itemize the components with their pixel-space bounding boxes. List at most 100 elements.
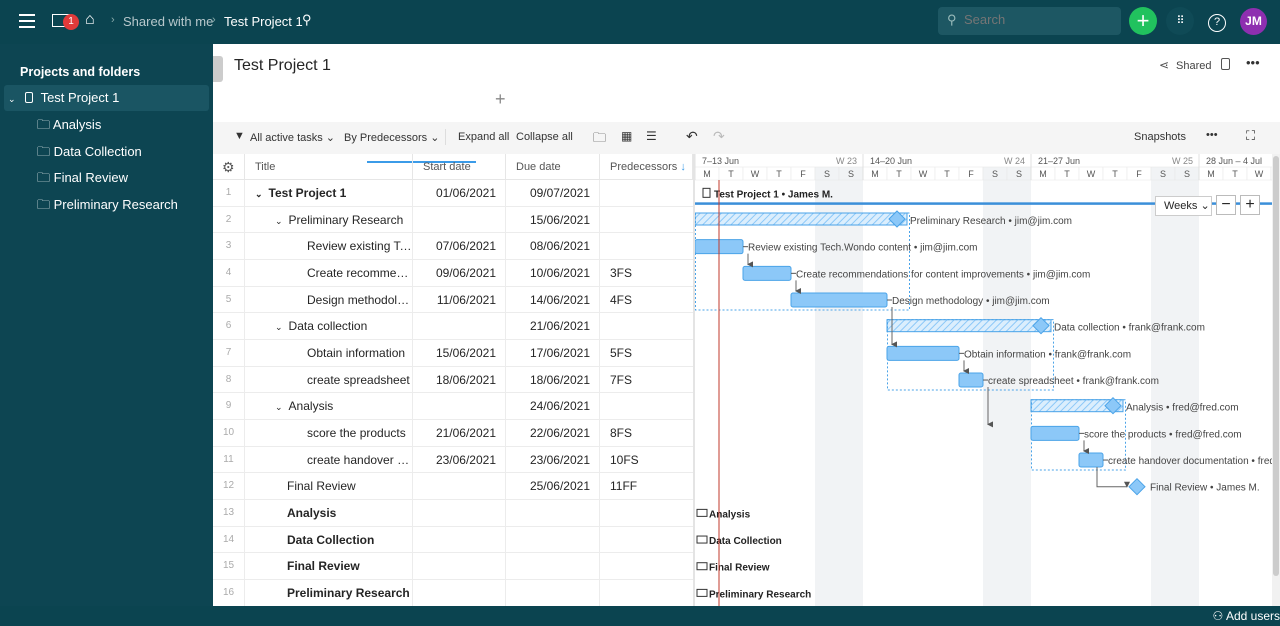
task-title[interactable]: Final Review	[245, 473, 413, 500]
predecessors[interactable]	[600, 580, 693, 606]
group-dropdown[interactable]: By Predecessors ⌄	[344, 131, 439, 144]
task-bar[interactable]	[1030, 425, 1080, 441]
task-title[interactable]: create spreadsheet	[245, 366, 413, 393]
task-title[interactable]: Obtain information	[245, 340, 413, 367]
search-box[interactable]: ⚲	[938, 7, 1121, 35]
menu-icon[interactable]	[19, 14, 35, 28]
table-row[interactable]: 7 Obtain information 15/06/2021 17/06/20…	[213, 340, 693, 367]
task-title[interactable]: Design methodology	[245, 286, 413, 313]
grid-settings-icon[interactable]: ⚙	[213, 154, 245, 180]
due-date[interactable]: 09/07/2021	[506, 180, 600, 206]
search-input[interactable]	[964, 12, 1114, 27]
task-bar[interactable]	[742, 265, 792, 281]
due-date[interactable]: 21/06/2021	[506, 313, 600, 340]
due-date[interactable]: 10/06/2021	[506, 260, 600, 286]
breadcrumb-current[interactable]: Test Project 1	[224, 14, 303, 29]
table-row[interactable]: 3 Review existing Tech.Wondo content 07/…	[213, 233, 693, 260]
task-title[interactable]: create handover documentation	[245, 446, 413, 473]
start-date[interactable]	[413, 313, 506, 340]
add-button[interactable]: +	[1129, 7, 1157, 35]
due-date[interactable]: 22/06/2021	[506, 420, 600, 447]
start-date[interactable]	[413, 500, 506, 527]
expand-all-button[interactable]: Expand all	[458, 131, 509, 143]
vertical-scrollbar[interactable]	[1272, 154, 1280, 606]
folder-settings-icon[interactable]: 🗀	[593, 129, 606, 151]
sidebar-item-folder[interactable]: 🗀 Preliminary Research	[37, 192, 178, 218]
predecessors[interactable]	[600, 313, 693, 339]
sidebar-item-folder[interactable]: 🗀 Analysis	[37, 112, 101, 138]
table-row[interactable]: 11 create handover documentation 23/06/2…	[213, 446, 693, 474]
task-bar[interactable]	[958, 372, 984, 388]
predecessors[interactable]	[600, 553, 693, 579]
start-date[interactable]: 07/06/2021	[413, 233, 506, 260]
chevron-down-icon[interactable]: ⌄	[275, 402, 283, 412]
share-icon[interactable]: ⋖	[1159, 58, 1169, 72]
scale-select[interactable]: Weeks ⌄	[1155, 196, 1212, 216]
due-date[interactable]: 17/06/2021	[506, 340, 600, 367]
task-title[interactable]: Preliminary Research	[245, 580, 413, 607]
predecessors[interactable]: 7FS	[600, 367, 693, 393]
redo-icon[interactable]: ↷	[713, 128, 725, 145]
snapshots-button[interactable]: Snapshots	[1134, 131, 1186, 143]
predecessors[interactable]: 10FS	[600, 447, 693, 473]
predecessors[interactable]	[600, 180, 693, 206]
column-start-date[interactable]: Start date	[413, 154, 506, 180]
predecessors[interactable]	[600, 207, 693, 233]
task-title[interactable]: ⌄ Test Project 1	[245, 180, 413, 206]
apps-icon[interactable]: ⠿	[1166, 7, 1194, 35]
start-date[interactable]: 18/06/2021	[413, 366, 506, 393]
home-icon[interactable]: ⌂	[85, 11, 95, 29]
table-row[interactable]: 10 score the products 21/06/2021 22/06/2…	[213, 420, 693, 447]
clipboard-icon[interactable]	[1221, 58, 1230, 70]
task-title[interactable]: Review existing Tech.Wondo content	[245, 233, 413, 260]
sidebar-item-folder[interactable]: 🗀 Data Collection	[37, 139, 142, 165]
predecessors[interactable]: 3FS	[600, 260, 693, 286]
task-bar[interactable]	[1078, 452, 1104, 468]
start-date[interactable]	[413, 580, 506, 607]
predecessors[interactable]	[600, 233, 693, 259]
due-date[interactable]	[506, 553, 600, 580]
task-title[interactable]: ⌄ Analysis	[245, 393, 413, 420]
column-title[interactable]: Title	[245, 154, 413, 180]
task-title[interactable]: ⌄ Data collection	[245, 313, 413, 340]
add-users-button[interactable]: ⚇ Add users	[1213, 609, 1280, 623]
task-title[interactable]: Analysis	[245, 500, 413, 527]
predecessors[interactable]: 8FS	[600, 420, 693, 446]
table-row[interactable]: 5 Design methodology 11/06/2021 14/06/20…	[213, 286, 693, 314]
start-date[interactable]	[413, 393, 506, 420]
start-date[interactable]: 11/06/2021	[413, 286, 506, 313]
task-title[interactable]: Final Review	[245, 553, 413, 580]
table-row[interactable]: 4 Create recommendations for content imp…	[213, 260, 693, 287]
summary-bar[interactable]	[695, 212, 908, 226]
task-title[interactable]: score the products	[245, 420, 413, 447]
pin-icon[interactable]: ⚲	[302, 12, 312, 28]
more-icon[interactable]: •••	[1206, 129, 1218, 141]
chevron-down-icon[interactable]: ⌄	[8, 94, 16, 104]
start-date[interactable]: 09/06/2021	[413, 260, 506, 286]
table-row[interactable]: 14 Data Collection	[213, 526, 693, 554]
due-date[interactable]	[506, 500, 600, 527]
task-title[interactable]: Create recommendations for content impro…	[245, 260, 413, 286]
avatar[interactable]: JM	[1240, 8, 1267, 35]
due-date[interactable]: 15/06/2021	[506, 206, 600, 233]
help-icon[interactable]: ?	[1203, 7, 1231, 35]
chevron-down-icon[interactable]: ⌄	[275, 216, 283, 226]
predecessors[interactable]	[600, 500, 693, 526]
column-due-date[interactable]: Due date	[506, 154, 600, 180]
table-row[interactable]: 8 create spreadsheet 18/06/2021 18/06/20…	[213, 366, 693, 394]
filter-dropdown[interactable]: All active tasks ⌄	[250, 131, 335, 144]
more-icon[interactable]: •••	[1246, 55, 1260, 70]
zoom-out-button[interactable]: −	[1216, 195, 1236, 215]
critical-path-icon[interactable]: ☰	[646, 129, 657, 143]
due-date[interactable]: 18/06/2021	[506, 366, 600, 393]
summary-bar[interactable]	[886, 319, 1052, 333]
table-row[interactable]: 2 ⌄ Preliminary Research 15/06/2021	[213, 206, 693, 234]
table-row[interactable]: 6 ⌄ Data collection 21/06/2021	[213, 313, 693, 340]
add-tab-button[interactable]: +	[495, 89, 506, 110]
table-row[interactable]: 1 ⌄ Test Project 1 01/06/2021 09/07/2021	[213, 180, 693, 207]
start-date[interactable]: 21/06/2021	[413, 420, 506, 447]
column-predecessors[interactable]: Predecessors ↓	[600, 154, 693, 180]
undo-icon[interactable]: ↶	[686, 128, 698, 145]
start-date[interactable]	[413, 526, 506, 553]
sidebar-item-project[interactable]: ⌄ Test Project 1	[4, 85, 209, 111]
